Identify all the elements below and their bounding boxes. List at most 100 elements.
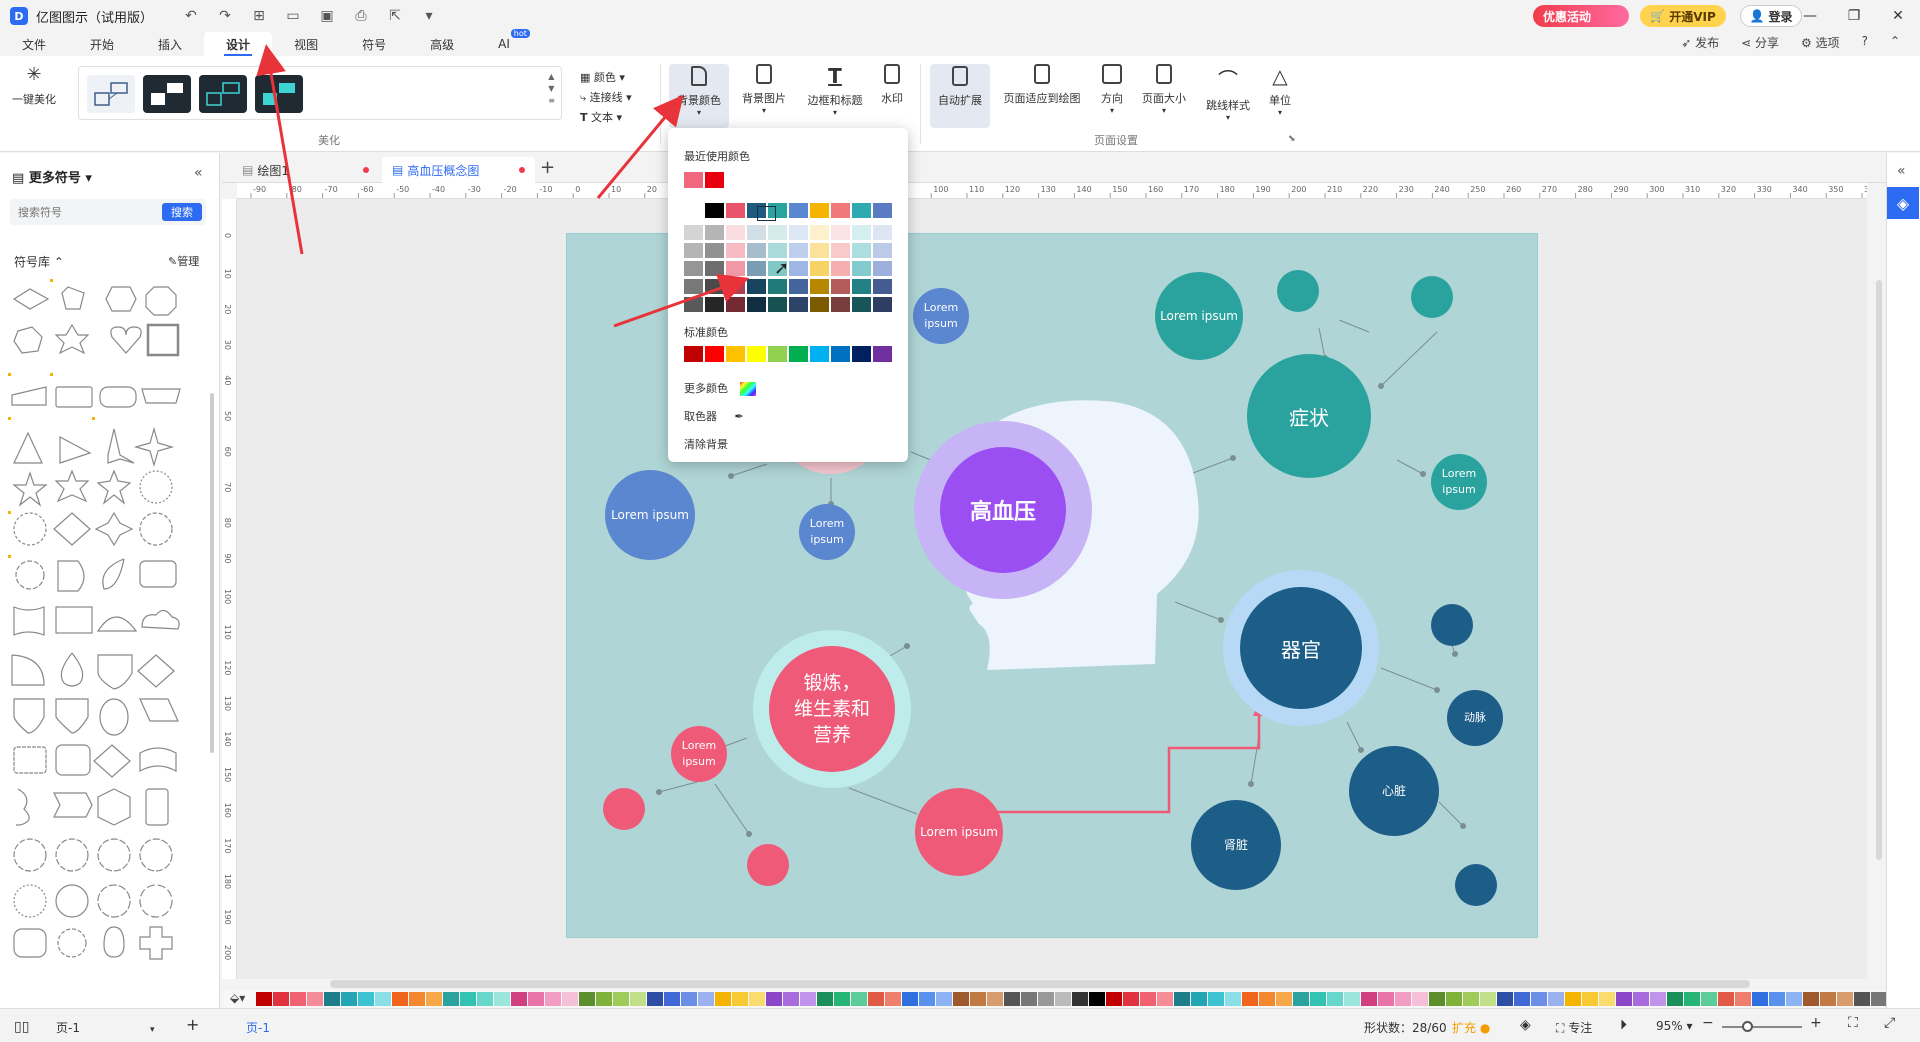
palette-swatch[interactable] [1684, 992, 1700, 1006]
orientation-button[interactable]: 方向 ▾ [1082, 64, 1142, 115]
palette-swatch[interactable] [1106, 992, 1122, 1006]
diamond-alt-shape[interactable] [137, 654, 175, 688]
export-icon[interactable]: ⇱ [385, 8, 405, 24]
badge-shape[interactable] [13, 512, 47, 546]
trapezoid-shape[interactable] [141, 388, 181, 404]
watermark-button[interactable]: 水印 [862, 64, 922, 106]
collapse-ribbon-icon[interactable]: ⌃ [1890, 34, 1900, 51]
style-thumbnail[interactable] [87, 75, 135, 113]
expand-panel-icon[interactable]: « [1897, 163, 1906, 179]
four-star-shape[interactable] [94, 511, 134, 547]
theme-color-swatch[interactable] [684, 243, 703, 258]
palette-swatch[interactable] [1123, 992, 1139, 1006]
palette-swatch[interactable] [987, 992, 1003, 1006]
theme-color-swatch[interactable] [873, 225, 892, 240]
triangle-shape[interactable] [13, 431, 43, 464]
palette-swatch[interactable] [1191, 992, 1207, 1006]
tab-view[interactable]: 视图 [272, 32, 340, 56]
theme-color-swatch[interactable] [873, 279, 892, 294]
hexagon-v-shape[interactable] [97, 788, 131, 826]
theme-color-swatch[interactable] [747, 297, 766, 312]
palette-swatch[interactable] [851, 992, 867, 1006]
standard-color-swatch[interactable] [789, 346, 808, 362]
flower-shape[interactable] [97, 838, 131, 872]
cloud-shape[interactable] [141, 609, 180, 630]
palette-swatch[interactable] [953, 992, 969, 1006]
theme-color-swatch[interactable] [852, 203, 871, 218]
color-picker-button[interactable]: 取色器 ✒ [684, 408, 744, 424]
palette-swatch[interactable] [1276, 992, 1292, 1006]
close-icon[interactable]: ✕ [1876, 0, 1920, 32]
add-tab-icon[interactable]: + [540, 157, 555, 178]
palette-swatch[interactable] [1378, 992, 1394, 1006]
more-colors-button[interactable]: 更多颜色 [684, 380, 756, 396]
zoom-in-icon[interactable]: + [1810, 1015, 1822, 1031]
publish-button[interactable]: ➶ 发布 [1681, 34, 1719, 51]
palette-swatch[interactable] [426, 992, 442, 1006]
palette-swatch[interactable] [290, 992, 306, 1006]
cog-shape[interactable] [139, 838, 173, 872]
lorem-node-pink-small[interactable]: Lorem ipsum [671, 726, 727, 782]
theme-color-swatch[interactable] [831, 261, 850, 276]
octagon-shape[interactable] [145, 286, 177, 316]
burst-shape[interactable] [13, 838, 47, 872]
auto-expand-button[interactable]: 自动扩展 [930, 64, 990, 128]
small-node-pink[interactable] [747, 844, 789, 886]
star-shape[interactable] [54, 323, 90, 355]
page-size-button[interactable]: 页面大小 ▾ [1134, 64, 1194, 115]
small-node-teal[interactable] [1277, 270, 1319, 312]
palette-swatch[interactable] [1344, 992, 1360, 1006]
diamond-small-shape[interactable] [93, 744, 131, 778]
palette-swatch[interactable] [732, 992, 748, 1006]
clover-shape[interactable] [139, 884, 173, 918]
theme-color-swatch[interactable] [810, 297, 829, 312]
theme-color-swatch[interactable] [684, 225, 703, 240]
parallelogram-shape[interactable] [139, 698, 179, 722]
one-click-beautify-button[interactable]: ✳ 一键美化 [4, 64, 64, 107]
theme-color-swatch[interactable] [726, 203, 745, 218]
curly-shape[interactable] [16, 788, 30, 826]
vertical-scrollbar[interactable] [1876, 280, 1882, 860]
theme-color-swatch[interactable] [705, 203, 724, 218]
theme-color-swatch[interactable] [705, 279, 724, 294]
rect-shape[interactable] [55, 386, 93, 408]
heptagon-shape[interactable] [13, 326, 43, 354]
page-selector[interactable]: 页-1 ▾ [56, 1019, 155, 1036]
palette-swatch[interactable] [392, 992, 408, 1006]
theme-color-swatch[interactable] [810, 261, 829, 276]
fit-page-button[interactable]: 页面适应到绘图 [998, 64, 1086, 106]
palette-swatch[interactable] [1293, 992, 1309, 1006]
palette-swatch[interactable] [1140, 992, 1156, 1006]
palette-swatch[interactable] [1871, 992, 1886, 1006]
manage-button[interactable]: ✎管理 [168, 253, 199, 269]
search-button[interactable]: 搜索 [162, 203, 202, 221]
palette-swatch[interactable] [817, 992, 833, 1006]
palette-swatch[interactable] [1735, 992, 1751, 1006]
small-node-pink[interactable] [603, 788, 645, 830]
promo-button[interactable]: 优惠活动 [1533, 5, 1629, 27]
theme-color-swatch[interactable] [705, 243, 724, 258]
recent-color-swatch[interactable] [705, 172, 724, 188]
palette-swatch[interactable] [1769, 992, 1785, 1006]
zoom-slider-thumb[interactable] [1742, 1021, 1753, 1032]
palette-swatch[interactable] [1038, 992, 1054, 1006]
palette-swatch[interactable] [1531, 992, 1547, 1006]
tab-advanced[interactable]: 高级 [408, 32, 476, 56]
palette-swatch[interactable] [647, 992, 663, 1006]
palette-swatch[interactable] [919, 992, 935, 1006]
help-icon[interactable]: ? [1862, 34, 1868, 51]
theme-color-swatch[interactable] [705, 261, 724, 276]
palette-swatch[interactable] [1786, 992, 1802, 1006]
palette-swatch[interactable] [698, 992, 714, 1006]
palette-swatch[interactable] [1327, 992, 1343, 1006]
palette-swatch[interactable] [1650, 992, 1666, 1006]
palette-swatch[interactable] [1463, 992, 1479, 1006]
border-title-button[interactable]: T 边框和标题 ▾ [800, 64, 870, 117]
tall-rect-shape[interactable] [145, 788, 169, 826]
theme-color-swatch[interactable] [831, 225, 850, 240]
palette-swatch[interactable] [477, 992, 493, 1006]
palette-swatch[interactable] [1667, 992, 1683, 1006]
drop-shape[interactable] [60, 652, 84, 687]
tab-symbol[interactable]: 符号 [340, 32, 408, 56]
seven-point-star-shape[interactable] [96, 469, 132, 505]
